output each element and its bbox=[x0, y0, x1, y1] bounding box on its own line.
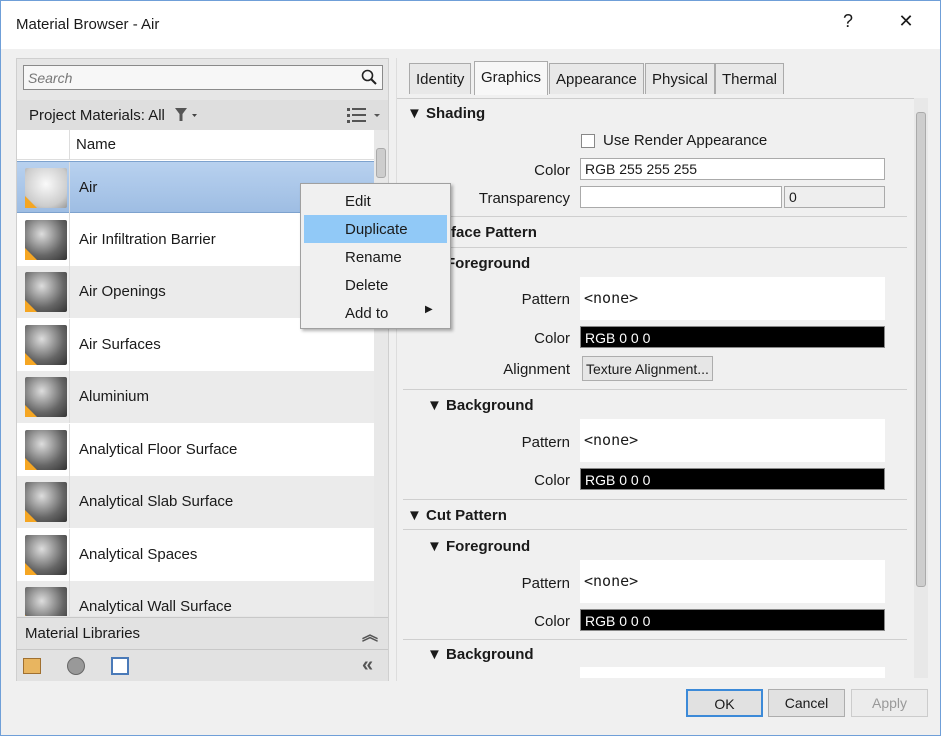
title-bar: Material Browser - Air ? ✕ bbox=[1, 1, 940, 49]
editor-icon[interactable] bbox=[111, 657, 129, 675]
cut-foreground-section[interactable]: ▼ Foreground bbox=[427, 538, 530, 555]
material-row[interactable]: Analytical Spaces bbox=[17, 528, 374, 581]
cut-background-pattern[interactable] bbox=[580, 667, 885, 678]
material-thumbnail bbox=[25, 587, 67, 616]
pattern-label: Pattern bbox=[521, 575, 570, 592]
properties-panel: Identity Graphics Appearance Physical Th… bbox=[396, 58, 929, 681]
material-name: Air Surfaces bbox=[79, 335, 161, 353]
transparency-slider[interactable] bbox=[580, 186, 782, 208]
tab-identity[interactable]: Identity bbox=[409, 63, 472, 94]
search-icon[interactable] bbox=[361, 69, 377, 85]
alignment-label: Alignment bbox=[503, 361, 570, 378]
material-name: Analytical Floor Surface bbox=[79, 440, 238, 458]
shading-color-label: Color bbox=[534, 162, 570, 179]
color-label: Color bbox=[534, 613, 570, 630]
warning-icon bbox=[25, 300, 37, 312]
menu-item-edit[interactable]: Edit bbox=[304, 187, 447, 215]
context-menu: Edit Duplicate Rename Delete Add to ▶ bbox=[300, 183, 451, 329]
warning-icon bbox=[25, 615, 37, 616]
shading-color-field[interactable]: RGB 255 255 255 bbox=[580, 158, 885, 180]
warning-icon bbox=[25, 352, 37, 365]
menu-item-rename[interactable]: Rename bbox=[304, 243, 447, 271]
material-name: Analytical Spaces bbox=[79, 545, 198, 563]
material-row[interactable]: Aluminium bbox=[17, 371, 374, 423]
warning-icon bbox=[25, 247, 37, 260]
cut-foreground-pattern[interactable]: <none> bbox=[580, 560, 885, 603]
list-header: Name bbox=[17, 130, 374, 160]
surface-background-section[interactable]: ▼ Background bbox=[427, 397, 534, 414]
tab-appearance[interactable]: Appearance bbox=[549, 63, 644, 94]
search-placeholder: Search bbox=[28, 70, 73, 86]
color-label: Color bbox=[534, 330, 570, 347]
filter-label: Project Materials: All bbox=[29, 107, 165, 124]
tab-physical[interactable]: Physical bbox=[645, 63, 715, 94]
graphics-content: ▼ Shading Use Render Appearance Color RG… bbox=[397, 98, 917, 678]
material-name: Analytical Wall Surface bbox=[79, 598, 232, 615]
cut-foreground-color[interactable]: RGB 0 0 0 bbox=[580, 609, 885, 631]
ok-button[interactable]: OK bbox=[686, 689, 763, 717]
material-name: Air bbox=[79, 179, 98, 196]
pattern-label: Pattern bbox=[521, 434, 570, 451]
tab-graphics[interactable]: Graphics bbox=[474, 61, 549, 95]
cut-pattern-section[interactable]: ▼ Cut Pattern bbox=[407, 507, 507, 524]
submenu-arrow-icon: ▶ bbox=[425, 304, 433, 315]
expand-icon[interactable]: ︽ bbox=[362, 621, 378, 645]
material-row[interactable]: Analytical Wall Surface bbox=[17, 581, 374, 616]
view-options-icon[interactable] bbox=[347, 107, 385, 125]
apply-button[interactable]: Apply bbox=[851, 689, 928, 717]
cancel-button[interactable]: Cancel bbox=[768, 689, 845, 717]
collapse-icon[interactable]: « bbox=[362, 654, 373, 677]
texture-alignment-button[interactable]: Texture Alignment... bbox=[582, 356, 713, 381]
surface-foreground-pattern[interactable]: <none> bbox=[580, 277, 885, 320]
warning-icon bbox=[25, 510, 37, 522]
use-render-appearance-checkbox[interactable] bbox=[581, 134, 595, 148]
material-name: Analytical Slab Surface bbox=[79, 493, 234, 510]
window-title: Material Browser - Air bbox=[16, 16, 160, 33]
filter-icon[interactable] bbox=[175, 108, 199, 122]
search-input[interactable]: Search bbox=[23, 65, 383, 90]
material-name: Air Openings bbox=[79, 283, 166, 300]
close-button[interactable]: ✕ bbox=[891, 11, 921, 32]
material-libraries-bar[interactable]: Material Libraries ︽ bbox=[17, 617, 388, 649]
material-row[interactable]: Analytical Slab Surface bbox=[17, 476, 374, 528]
cut-background-section[interactable]: ▼ Background bbox=[427, 646, 534, 663]
menu-item-delete[interactable]: Delete bbox=[304, 271, 447, 299]
transparency-value[interactable]: 0 bbox=[784, 186, 885, 208]
menu-item-duplicate[interactable]: Duplicate bbox=[304, 215, 447, 243]
warning-icon bbox=[25, 457, 37, 470]
surface-background-pattern[interactable]: <none> bbox=[580, 419, 885, 462]
library-toolbar: « bbox=[17, 649, 388, 681]
open-library-icon[interactable] bbox=[23, 658, 41, 674]
material-row[interactable]: Analytical Floor Surface bbox=[17, 423, 374, 476]
warning-icon bbox=[25, 196, 37, 208]
project-materials-bar: Project Materials: All bbox=[17, 100, 388, 130]
materials-panel: Search Project Materials: All Name Air Ai… bbox=[16, 58, 389, 681]
surface-background-color[interactable]: RGB 0 0 0 bbox=[580, 468, 885, 490]
shading-section[interactable]: ▼ Shading bbox=[407, 105, 485, 122]
material-name: Aluminium bbox=[79, 388, 150, 405]
column-name[interactable]: Name bbox=[76, 136, 116, 153]
warning-icon bbox=[25, 562, 37, 575]
material-name: Air Infiltration Barrier bbox=[79, 230, 216, 248]
tab-thermal[interactable]: Thermal bbox=[715, 63, 785, 94]
color-label: Color bbox=[534, 472, 570, 489]
properties-scrollbar[interactable] bbox=[914, 98, 928, 678]
use-render-appearance-label: Use Render Appearance bbox=[603, 132, 768, 149]
surface-foreground-color[interactable]: RGB 0 0 0 bbox=[580, 326, 885, 348]
warning-icon bbox=[25, 405, 37, 417]
create-material-icon[interactable] bbox=[67, 657, 85, 675]
libraries-label: Material Libraries bbox=[25, 625, 141, 642]
material-browser-window: Material Browser - Air ? ✕ Search Projec… bbox=[0, 0, 941, 736]
help-button[interactable]: ? bbox=[833, 11, 863, 32]
